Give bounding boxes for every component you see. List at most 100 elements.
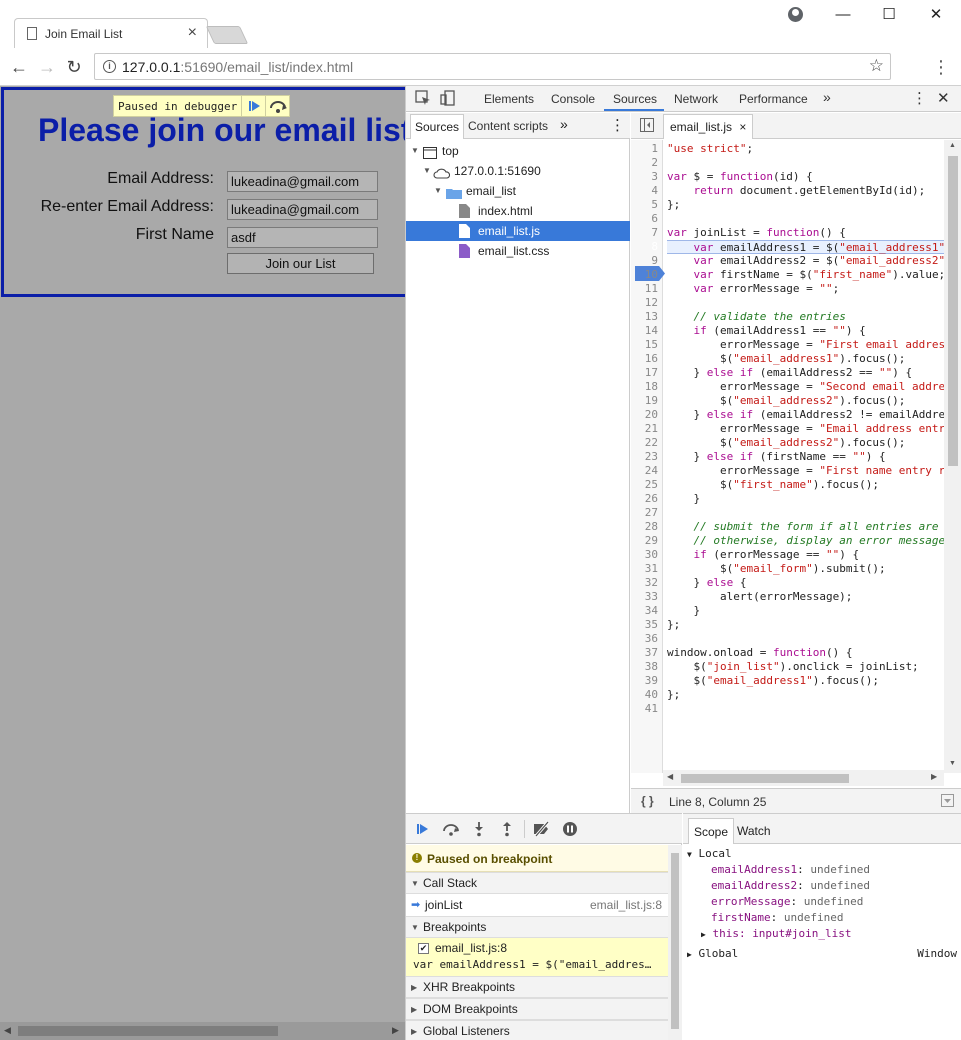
line-number[interactable]: 17: [645, 366, 658, 380]
resume-icon[interactable]: [241, 96, 265, 116]
code-line[interactable]: } else {: [667, 576, 746, 590]
line-number[interactable]: 24: [645, 464, 658, 478]
tab-scope[interactable]: Scope: [688, 818, 735, 844]
code-line[interactable]: // otherwise, display an error message: [667, 534, 945, 548]
code-line[interactable]: var emailAddress2 = $("email_address2": [667, 254, 945, 268]
code-line[interactable]: errorMessage = "First email addres: [667, 338, 944, 352]
dom-breakpoints-section-header[interactable]: ▶ DOM Breakpoints: [406, 998, 668, 1020]
forward-icon[interactable]: →: [36, 56, 58, 78]
editor-vertical-scrollbar[interactable]: ▲ ▼: [944, 140, 961, 773]
email-input[interactable]: lukeadina@gmail.com: [227, 171, 378, 192]
scope-variable[interactable]: firstName: undefined: [711, 910, 843, 926]
browser-tab[interactable]: Join Email List ×: [14, 18, 208, 48]
call-stack-frame[interactable]: ➡ joinList email_list.js:8: [406, 894, 668, 916]
line-number[interactable]: 23: [645, 450, 658, 464]
editor-horizontal-scrollbar[interactable]: ◀ ▶: [663, 770, 944, 786]
line-number[interactable]: 5: [651, 198, 658, 212]
tab-performance[interactable]: Performance: [739, 92, 808, 106]
close-window-icon[interactable]: ✕: [924, 4, 948, 26]
pause-on-exceptions-icon[interactable]: [561, 821, 579, 837]
inspect-element-icon[interactable]: [415, 90, 431, 109]
line-number[interactable]: 38: [645, 660, 658, 674]
line-number[interactable]: 16: [645, 352, 658, 366]
line-number[interactable]: 37: [645, 646, 658, 660]
close-tab-icon[interactable]: ×: [188, 24, 197, 42]
call-stack-section-header[interactable]: ▼ Call Stack: [406, 872, 668, 894]
code-line[interactable]: var joinList = function() {: [667, 226, 846, 240]
line-number[interactable]: 41: [645, 702, 658, 716]
line-number[interactable]: 28: [645, 520, 658, 534]
code-line[interactable]: };: [667, 688, 680, 702]
line-number[interactable]: 39: [645, 674, 658, 688]
breakpoint-checkbox[interactable]: ✔: [418, 943, 429, 954]
tab-sources[interactable]: Sources: [613, 92, 657, 106]
code-line[interactable]: alert(errorMessage);: [667, 590, 852, 604]
page-horizontal-scrollbar[interactable]: ◀ ▶: [0, 1022, 405, 1040]
code-line[interactable]: "use strict";: [667, 142, 753, 156]
toggle-navigator-icon[interactable]: [640, 118, 654, 135]
code-line[interactable]: $("join_list").onclick = joinList;: [667, 660, 918, 674]
line-number[interactable]: 11: [645, 282, 658, 296]
code-line[interactable]: errorMessage = "First name entry r: [667, 464, 944, 478]
line-number[interactable]: 12: [645, 296, 658, 310]
more-tabs-icon[interactable]: »: [823, 89, 831, 105]
new-tab-button[interactable]: [205, 26, 249, 44]
code-line[interactable]: var $ = function(id) {: [667, 170, 813, 184]
line-number[interactable]: 19: [645, 394, 658, 408]
global-listeners-section-header[interactable]: ▶ Global Listeners: [406, 1020, 668, 1040]
scope-variable[interactable]: errorMessage: undefined: [711, 894, 863, 910]
code-line[interactable]: $("email_form").submit();: [667, 562, 886, 576]
scope-variable[interactable]: emailAddress1: undefined: [711, 862, 870, 878]
step-into-icon[interactable]: [470, 821, 488, 837]
editor-tab-email-list-js[interactable]: email_list.js ×: [663, 114, 754, 139]
code-line[interactable]: errorMessage = "Email address entr: [667, 422, 944, 436]
tree-item-email-list-css[interactable]: email_list.css: [406, 241, 630, 261]
scrollbar-thumb[interactable]: [681, 774, 849, 783]
tab-network[interactable]: Network: [674, 92, 718, 106]
line-number[interactable]: 32: [645, 576, 658, 590]
tab-console[interactable]: Console: [551, 92, 595, 106]
frame-location[interactable]: email_list.js:8: [590, 894, 662, 916]
join-list-button[interactable]: Join our List: [227, 253, 374, 274]
scrollbar-thumb[interactable]: [18, 1026, 278, 1036]
code-line[interactable]: } else if (emailAddress2 != emailAddre: [667, 408, 944, 422]
tab-elements[interactable]: Elements: [484, 92, 534, 106]
deactivate-breakpoints-icon[interactable]: [533, 821, 551, 837]
line-number[interactable]: 29: [645, 534, 658, 548]
line-number[interactable]: 30: [645, 548, 658, 562]
devtools-menu-icon[interactable]: ⋮: [912, 89, 927, 107]
reenter-email-input[interactable]: lukeadina@gmail.com: [227, 199, 378, 220]
code-line[interactable]: // submit the form if all entries are: [667, 520, 939, 534]
breakpoints-section-header[interactable]: ▼ Breakpoints: [406, 916, 668, 938]
code-area[interactable]: "use strict"; var $ = function(id) { retu…: [667, 140, 944, 773]
step-over-icon[interactable]: [265, 96, 289, 116]
line-number[interactable]: 4: [651, 184, 658, 198]
line-number[interactable]: 6: [651, 212, 658, 226]
line-number[interactable]: 7: [651, 226, 658, 240]
breakpoint-entry[interactable]: ✔ email_list.js:8 var emailAddress1 = $(…: [406, 938, 668, 976]
line-number-gutter[interactable]: 1 2 3 4 5 6 7 8 9 10 11 12 13 14 15 16 17 18 19 20 21 22 23 24 2…: [631, 140, 665, 773]
line-number[interactable]: 27: [645, 506, 658, 520]
code-line[interactable]: // validate the entries: [667, 310, 846, 324]
line-number[interactable]: 14: [645, 324, 658, 338]
coverage-icon[interactable]: [941, 794, 954, 810]
code-line[interactable]: };: [667, 618, 680, 632]
line-number[interactable]: 31: [645, 562, 658, 576]
close-devtools-icon[interactable]: ✕: [937, 89, 950, 107]
scope-this[interactable]: ▶ this: input#join_list: [701, 926, 852, 942]
step-over-icon[interactable]: [442, 821, 460, 837]
more-navigator-tabs-icon[interactable]: »: [560, 116, 568, 132]
navigator-menu-icon[interactable]: ⋮: [610, 116, 625, 134]
code-line[interactable]: }: [667, 604, 700, 618]
bookmark-star-icon[interactable]: ☆: [869, 56, 884, 76]
back-icon[interactable]: ←: [8, 56, 30, 78]
line-number[interactable]: 34: [645, 604, 658, 618]
address-bar[interactable]: i 127.0.0.1:51690/email_list/index.html …: [94, 53, 891, 80]
line-number[interactable]: 22: [645, 436, 658, 450]
tree-item-top[interactable]: ▼ top: [406, 141, 630, 161]
code-line[interactable]: if (emailAddress1 == "") {: [667, 324, 866, 338]
scope-local-header[interactable]: ▼ Local: [687, 846, 732, 862]
browser-menu-icon[interactable]: ⋮: [932, 56, 950, 78]
line-number[interactable]: 15: [645, 338, 658, 352]
tree-item-folder[interactable]: ▼ email_list: [406, 181, 630, 201]
